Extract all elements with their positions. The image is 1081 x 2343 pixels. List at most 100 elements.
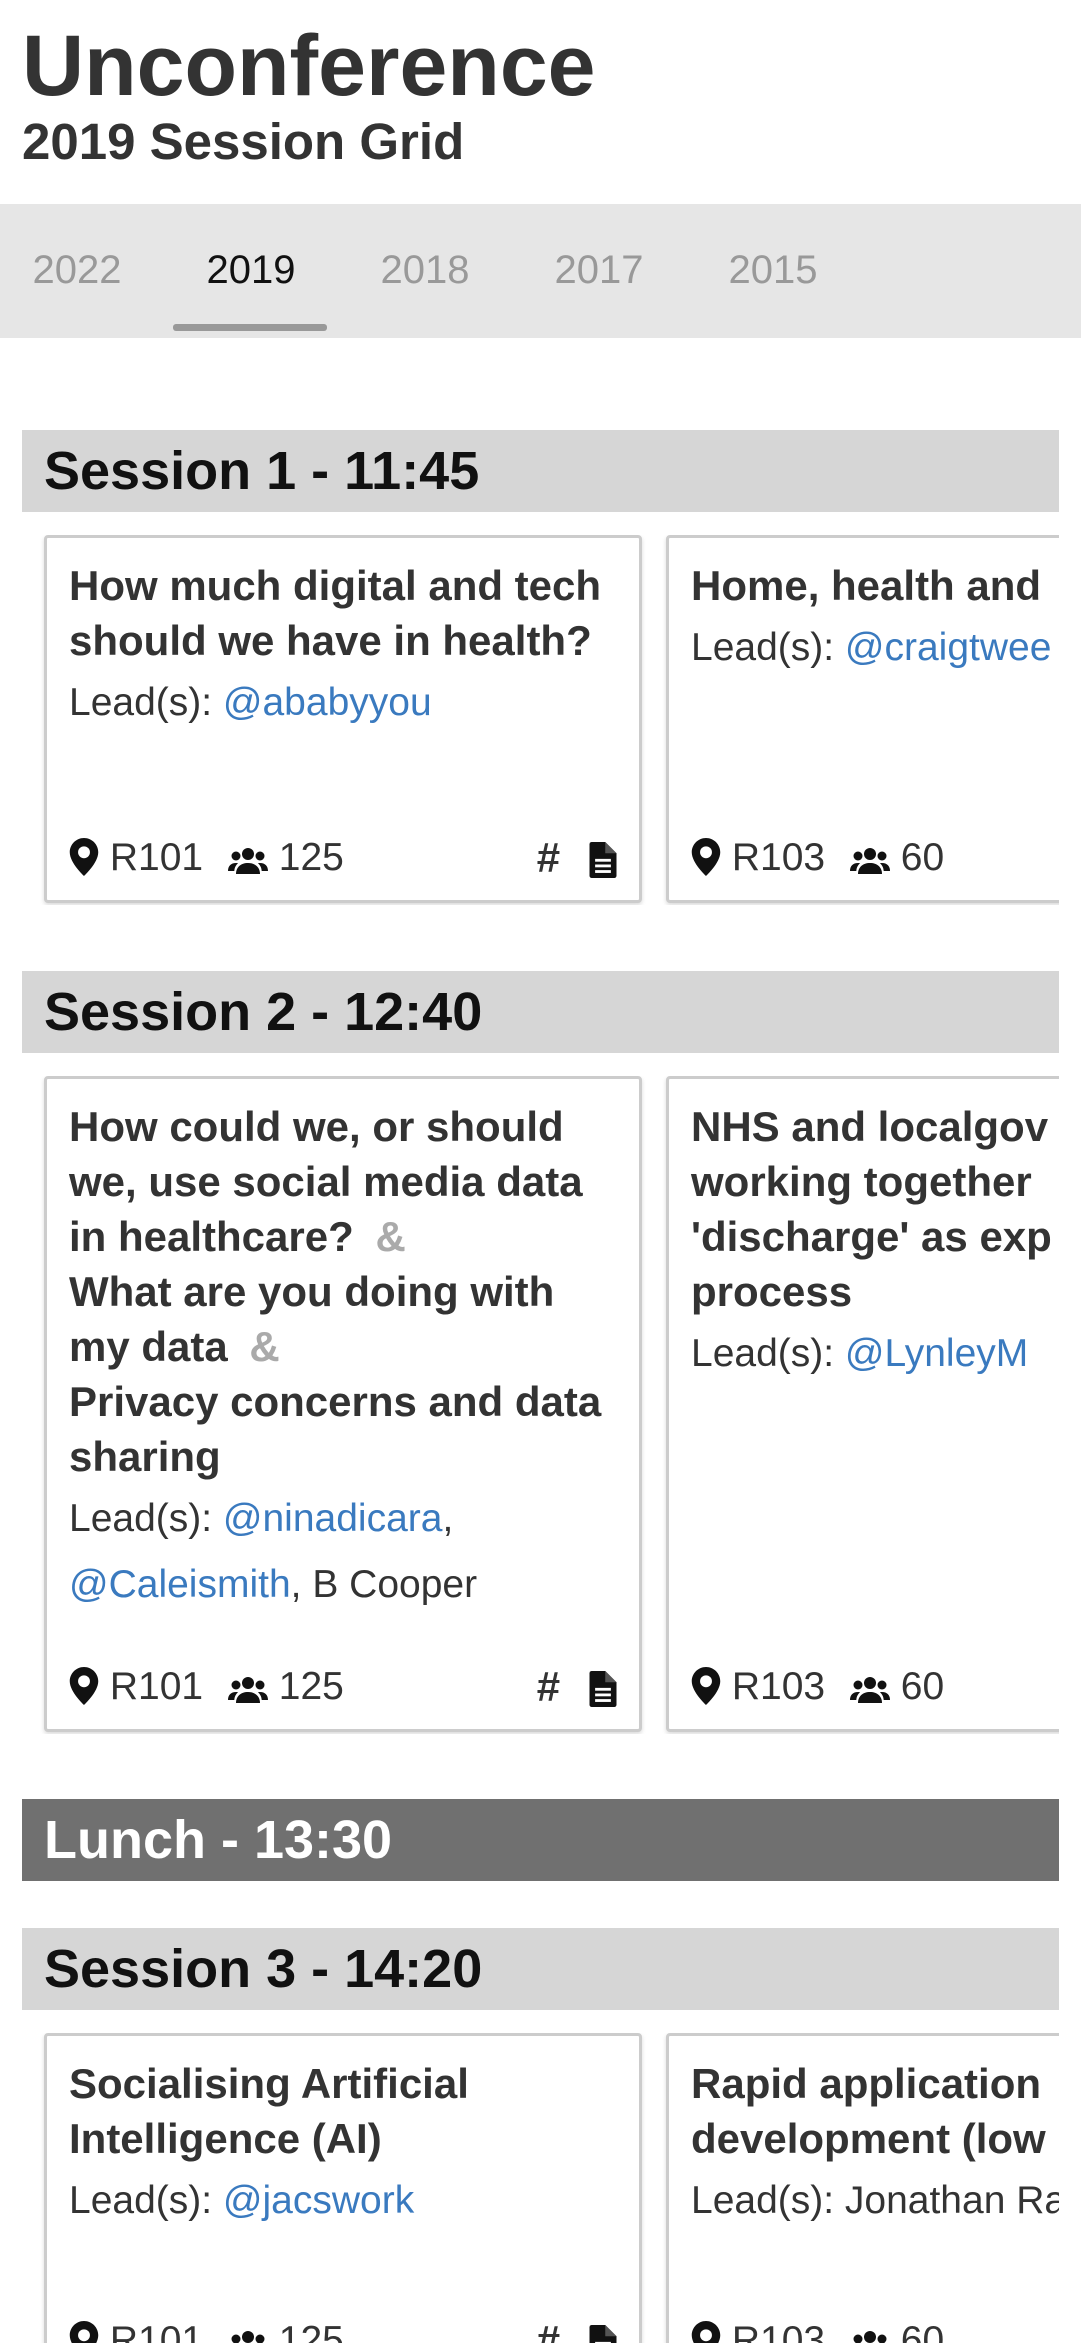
- lead-link[interactable]: @ababyyou: [223, 681, 432, 724]
- map-marker-icon: [691, 2317, 721, 2343]
- session-title: Session 2 - 12:40: [44, 982, 483, 1042]
- hashtag-icon[interactable]: #: [537, 2317, 560, 2343]
- lead-plain: Jonathan Ra: [844, 2179, 1059, 2222]
- hashtag-icon[interactable]: #: [537, 834, 560, 881]
- leads-label: Lead(s):: [691, 1332, 845, 1375]
- session-cards-row[interactable]: How much digital and tech should we have…: [22, 535, 1059, 905]
- leads: Lead(s): @ninadicara, @Caleismith, B Coo…: [69, 1486, 617, 1618]
- leads: Lead(s): @jacswork: [69, 2168, 617, 2234]
- session-card[interactable]: NHS and localgov working together 'disch…: [666, 1076, 1059, 1732]
- session-title: Lunch - 13:30: [44, 1810, 393, 1870]
- map-marker-icon: [691, 834, 721, 886]
- map-marker-icon: [69, 2317, 99, 2343]
- lead-link[interactable]: @craigtwee: [845, 626, 1052, 669]
- room-label: R101: [109, 1665, 204, 1708]
- room-label: R101: [109, 836, 204, 879]
- session-title: Session 1 - 11:45: [44, 441, 480, 501]
- page-subtitle: 2019 Session Grid: [22, 113, 465, 170]
- talk-title-part: process: [691, 1268, 853, 1315]
- card-footer: R103 60: [691, 1661, 1059, 1713]
- talk-title: Socialising Artificial Intelligence (AI): [69, 2056, 617, 2166]
- users-icon: [227, 1663, 268, 1715]
- lead-link[interactable]: @jacswork: [223, 2179, 414, 2222]
- session-header: Session 1 - 11:45: [22, 430, 1059, 512]
- talk-title-part: Rapid application: [691, 2060, 1042, 2107]
- room-label: R103: [731, 2319, 826, 2343]
- tab-2015[interactable]: 2015: [728, 244, 818, 296]
- room-label: R103: [731, 836, 826, 879]
- capacity-count: 60: [900, 1665, 945, 1708]
- tab-2017[interactable]: 2017: [554, 244, 644, 296]
- capacity-count: 125: [278, 836, 344, 879]
- talk-title: Rapid application development (low: [691, 2056, 1059, 2166]
- users-icon: [849, 834, 890, 886]
- talk-title-part: How could we, or should we, use social m…: [69, 1103, 583, 1260]
- users-icon: [228, 2317, 268, 2343]
- talk-title-part: What are you doing with my data: [69, 1268, 555, 1370]
- lead-link[interactable]: @ninadicara: [223, 1497, 443, 1540]
- room-label: R103: [731, 1665, 826, 1708]
- hashtag-icon[interactable]: #: [537, 1663, 560, 1710]
- talk-title-part: working together: [691, 1158, 1032, 1205]
- lunch-header: Lunch - 13:30: [22, 1799, 1059, 1881]
- lead-link[interactable]: @Caleismith: [69, 1563, 291, 1606]
- leads: Lead(s): @craigtwee: [691, 615, 1059, 681]
- talk-title-part: NHS and localgov: [691, 1103, 1049, 1150]
- users-icon: [227, 834, 268, 886]
- talk-title-part: Intelligence (AI): [69, 2115, 382, 2162]
- card-footer: R101 125 #: [69, 1661, 617, 1713]
- card-footer: R103 60: [691, 832, 1059, 884]
- talk-title-part: 'discharge' as exp: [691, 1213, 1052, 1260]
- capacity-count: 60: [900, 836, 945, 879]
- lead-link[interactable]: @LynleyM: [845, 1332, 1028, 1375]
- capacity-count: 125: [278, 2319, 344, 2343]
- session-header: Session 2 - 12:40: [22, 971, 1059, 1053]
- map-marker-icon: [691, 1663, 721, 1715]
- session-card[interactable]: How could we, or should we, use social m…: [44, 1076, 642, 1732]
- tab-2019[interactable]: 2019: [206, 244, 296, 296]
- leads-label: Lead(s):: [69, 681, 223, 724]
- session-card[interactable]: Home, health and Lead(s): @craigtwee R10…: [666, 535, 1059, 903]
- leads-label: Lead(s):: [69, 2179, 223, 2222]
- tab-2018[interactable]: 2018: [380, 244, 470, 296]
- talk-title: Home, health and: [691, 562, 1042, 609]
- leads-label: Lead(s):: [69, 1497, 223, 1540]
- leads-label: Lead(s):: [691, 2179, 845, 2222]
- session-card[interactable]: Rapid application development (low Lead(…: [666, 2033, 1059, 2343]
- leads-label: Lead(s):: [691, 626, 845, 669]
- lead-plain: , B Cooper: [290, 1563, 478, 1606]
- document-icon[interactable]: [589, 836, 617, 888]
- capacity-count: 125: [278, 1665, 344, 1708]
- talk-title-part: Privacy concerns and data sharing: [69, 1378, 602, 1480]
- map-marker-icon: [69, 1663, 99, 1715]
- talk-title: How could we, or should we, use social m…: [69, 1099, 617, 1484]
- page-header: Unconference 2019 Session Grid: [0, 0, 1081, 186]
- lead-separator: ,: [442, 1497, 454, 1540]
- tab-2022[interactable]: 2022: [32, 244, 122, 296]
- session-header: Session 3 - 14:20: [22, 1928, 1059, 2010]
- card-footer: R101 125 #: [69, 832, 617, 884]
- card-footer: R103 60: [691, 2315, 1059, 2343]
- room-label: R101: [109, 2319, 204, 2343]
- document-icon[interactable]: [589, 1665, 617, 1717]
- session-cards-row[interactable]: Socialising Artificial Intelligence (AI)…: [22, 2033, 1059, 2343]
- leads: Lead(s): @LynleyM: [691, 1321, 1059, 1387]
- session-card[interactable]: Socialising Artificial Intelligence (AI)…: [44, 2033, 642, 2343]
- merge-ampersand: &: [249, 1323, 280, 1370]
- talk-title-part: development (low: [691, 2115, 1046, 2162]
- talk-title-part: Socialising Artificial: [69, 2060, 469, 2107]
- merge-ampersand: &: [375, 1213, 406, 1260]
- map-marker-icon: [69, 834, 99, 886]
- leads: Lead(s): Jonathan Ra: [691, 2168, 1059, 2234]
- session-cards-row[interactable]: How could we, or should we, use social m…: [22, 1076, 1059, 1734]
- session-card[interactable]: How much digital and tech should we have…: [44, 535, 642, 903]
- capacity-count: 60: [900, 2319, 945, 2343]
- card-footer: R101 125 #: [69, 2315, 617, 2343]
- users-icon: [850, 2317, 890, 2343]
- talk-title: NHS and localgov working together 'disch…: [691, 1099, 1059, 1319]
- leads: Lead(s): @ababyyou: [69, 670, 617, 736]
- users-icon: [849, 1663, 890, 1715]
- app-title: Unconference: [22, 18, 596, 114]
- talk-title: How much digital and tech should we have…: [69, 562, 602, 664]
- document-icon[interactable]: [589, 2319, 617, 2343]
